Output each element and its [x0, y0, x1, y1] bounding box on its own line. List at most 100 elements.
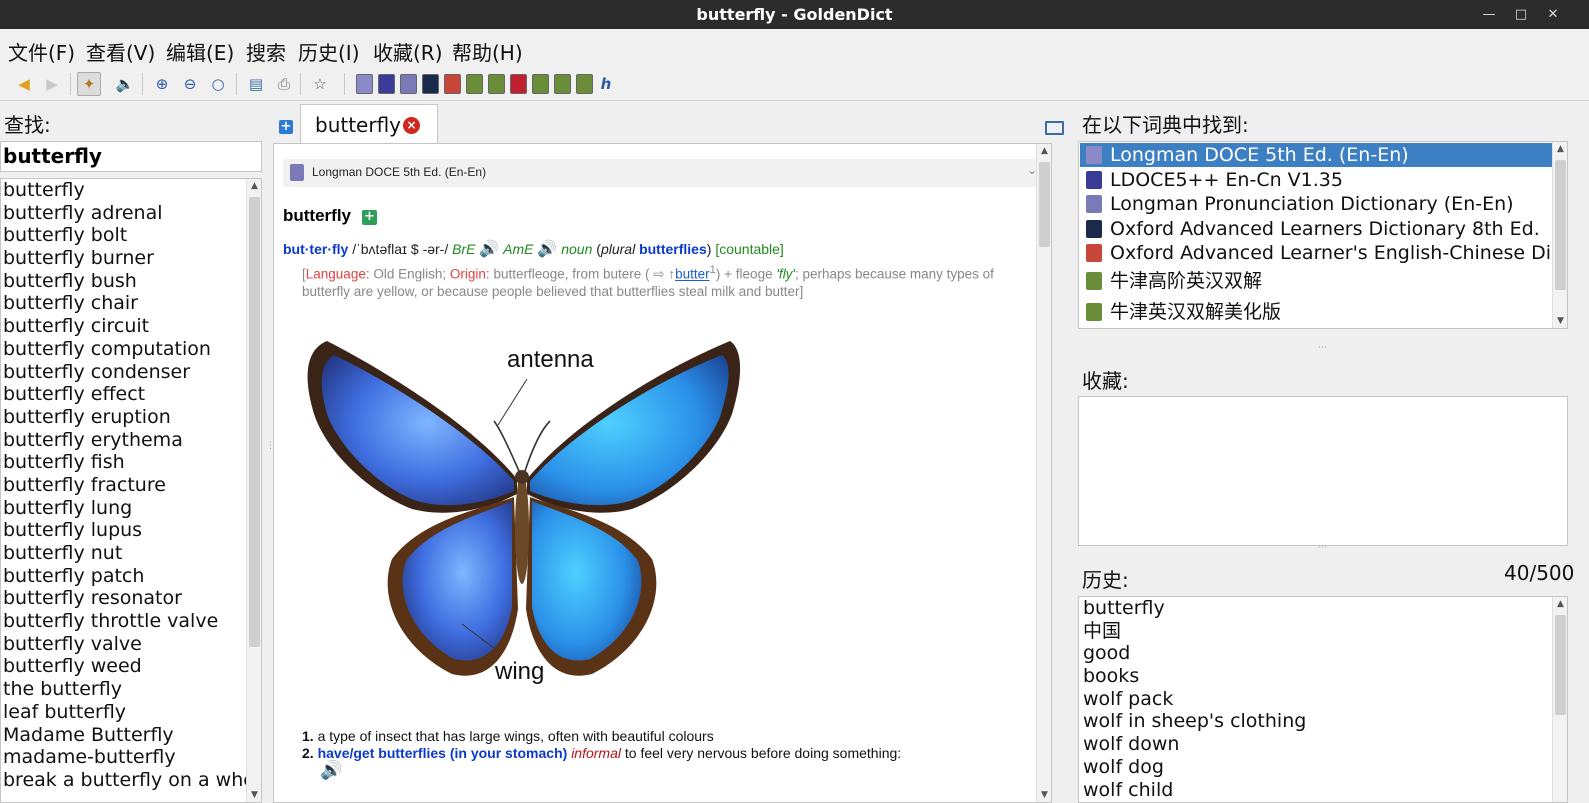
history-item[interactable]: wolf dog	[1083, 756, 1306, 779]
menu-favorites[interactable]: 收藏(R)	[373, 37, 443, 66]
expand-icon[interactable]: +	[362, 210, 377, 225]
book-icon	[1086, 272, 1102, 290]
found-dict-item[interactable]: Longman DOCE 5th Ed. (En-En)	[1080, 143, 1552, 167]
minimize-button[interactable]: —	[1478, 4, 1500, 26]
word-list-item[interactable]: butterfly lupus	[3, 519, 261, 542]
tab-butterfly[interactable]: butterfly ×	[300, 104, 438, 144]
word-list-item[interactable]: butterfly nut	[3, 542, 261, 565]
back-icon[interactable]: ◀	[12, 72, 36, 96]
dict-toolbar-h-icon[interactable]: h	[594, 72, 618, 96]
word-list-item[interactable]: butterfly throttle valve	[3, 610, 261, 633]
found-dict-item[interactable]: LDOCE5++ En-Cn V1.35	[1080, 168, 1552, 192]
dict-toolbar-oald-icon[interactable]	[418, 72, 442, 96]
zoom-out-icon[interactable]: ⊖	[178, 72, 202, 96]
word-list-item[interactable]: Madame Butterfly	[3, 724, 261, 747]
speaker-icon[interactable]: 🔊	[479, 239, 499, 259]
found-dict-item[interactable]: Oxford Advanced Learners Dictionary 8th …	[1080, 217, 1552, 241]
history-item[interactable]: wolf in sheep's clothing	[1083, 710, 1306, 733]
menu-edit[interactable]: 编辑(E)	[166, 37, 234, 66]
word-list-item[interactable]: butterfly computation	[3, 338, 261, 361]
menu-search[interactable]: 搜索	[246, 37, 286, 66]
dict-toolbar-book-icon[interactable]	[572, 72, 596, 96]
word-list-item[interactable]: butterfly condenser	[3, 361, 261, 384]
print-icon[interactable]: ⎙	[272, 72, 296, 96]
close-window-button[interactable]: ✕	[1542, 4, 1564, 26]
dict-toolbar-book-icon[interactable]	[528, 72, 552, 96]
speaker-icon[interactable]: 🔊	[302, 761, 901, 779]
word-list-item[interactable]: butterfly fish	[3, 451, 261, 474]
word-list-item[interactable]: butterfly bush	[3, 270, 261, 293]
found-dict-item[interactable]: Oxford Advanced Learner's English-Chines…	[1080, 241, 1567, 265]
dict-header[interactable]: Longman DOCE 5th Ed. (En-En) ⌄	[283, 159, 1043, 187]
found-list-scrollbar[interactable]: ▲ ▼	[1552, 142, 1567, 328]
word-list-item[interactable]: madame-butterfly	[3, 746, 261, 769]
history-item[interactable]: good	[1083, 642, 1306, 665]
word-list-item[interactable]: butterfly effect	[3, 383, 261, 406]
word-list-item[interactable]: the butterfly	[3, 678, 261, 701]
word-list-item[interactable]: butterfly erythema	[3, 429, 261, 452]
oalecd-icon	[1086, 244, 1102, 262]
word-list-item[interactable]: butterfly	[3, 179, 261, 202]
zoom-in-icon[interactable]: ⊕	[150, 72, 174, 96]
word-list-item[interactable]: break a butterfly on a wheel	[3, 769, 261, 792]
word-list-item[interactable]: butterfly patch	[3, 565, 261, 588]
tab-list-icon[interactable]	[1045, 121, 1064, 135]
butter-link[interactable]: butter	[675, 267, 710, 282]
history-scrollbar[interactable]: ▲	[1552, 597, 1567, 802]
dict-toolbar-longman-icon[interactable]	[352, 72, 376, 96]
word-list-item[interactable]: butterfly adrenal	[3, 202, 261, 225]
favorites-box[interactable]	[1078, 396, 1568, 546]
word-list-item[interactable]: butterfly fracture	[3, 474, 261, 497]
speaker-icon[interactable]: 🔊	[537, 239, 557, 259]
word-list-item[interactable]: butterfly bolt	[3, 224, 261, 247]
word-list-item[interactable]: butterfly eruption	[3, 406, 261, 429]
antenna-label: antenna	[507, 346, 594, 373]
forward-icon[interactable]: ▶	[40, 72, 64, 96]
word-list-scrollbar[interactable]: ▲ ▼	[246, 179, 261, 802]
pronounce-icon[interactable]: 🔈	[113, 72, 137, 96]
word-list-item[interactable]: leaf butterfly	[3, 701, 261, 724]
found-dict-list[interactable]: Longman DOCE 5th Ed. (En-En) LDOCE5++ En-…	[1078, 141, 1568, 329]
menu-help[interactable]: 帮助(H)	[452, 37, 523, 66]
word-list[interactable]: butterfly butterfly adrenal butterfly bolt…	[0, 178, 262, 803]
scan-popup-icon[interactable]: ✦	[77, 72, 101, 96]
found-dict-item[interactable]: Longman Pronunciation Dictionary (En-En)	[1080, 192, 1552, 216]
dict-toolbar-book-icon[interactable]	[462, 72, 486, 96]
maximize-button[interactable]: □	[1510, 4, 1532, 26]
article-scrollbar[interactable]: ▲ ▼	[1036, 144, 1051, 802]
article-view[interactable]: Longman DOCE 5th Ed. (En-En) ⌄ butterfly…	[273, 143, 1052, 803]
word-list-item[interactable]: butterfly circuit	[3, 315, 261, 338]
word-list-item[interactable]: butterfly burner	[3, 247, 261, 270]
dict-toolbar-book-icon[interactable]	[550, 72, 574, 96]
search-input[interactable]: butterfly	[0, 141, 262, 172]
word-list-item[interactable]: butterfly resonator	[3, 587, 261, 610]
butterfly-picture: antenna wing	[307, 341, 741, 685]
close-tab-icon[interactable]: ×	[403, 117, 420, 134]
def-text: to feel very nervous before doing someth…	[624, 745, 902, 761]
dict-toolbar-oalecd-icon[interactable]	[440, 72, 464, 96]
history-item[interactable]: butterfly	[1083, 597, 1306, 620]
word-list-item[interactable]: butterfly chair	[3, 292, 261, 315]
dict-toolbar-lpd-icon[interactable]	[396, 72, 420, 96]
found-dict-item[interactable]: 牛津英汉双解美化版	[1080, 300, 1552, 324]
history-item[interactable]: wolf down	[1083, 733, 1306, 756]
add-favorite-icon[interactable]: ☆	[308, 72, 332, 96]
dict-toolbar-book-icon[interactable]	[484, 72, 508, 96]
history-item[interactable]: books	[1083, 665, 1306, 688]
found-dict-item[interactable]: 牛津高阶英汉双解	[1080, 269, 1552, 293]
menu-history[interactable]: 历史(I)	[298, 37, 360, 66]
dict-toolbar-ldoce-icon[interactable]	[374, 72, 398, 96]
menu-view[interactable]: 查看(V)	[86, 37, 155, 66]
menu-file[interactable]: 文件(F)	[8, 37, 75, 66]
history-list[interactable]: butterfly 中国 good books wolf pack wolf in she…	[1078, 596, 1568, 803]
history-item[interactable]: wolf child	[1083, 779, 1306, 802]
save-icon[interactable]: ▤	[244, 72, 268, 96]
word-list-item[interactable]: butterfly weed	[3, 655, 261, 678]
new-tab-icon[interactable]: +	[279, 120, 293, 134]
history-item[interactable]: 中国	[1083, 620, 1306, 643]
word-list-item[interactable]: butterfly lung	[3, 497, 261, 520]
history-item[interactable]: wolf pack	[1083, 688, 1306, 711]
zoom-reset-icon[interactable]: ○	[206, 72, 230, 96]
word-list-item[interactable]: butterfly valve	[3, 633, 261, 656]
dict-toolbar-collins-icon[interactable]	[506, 72, 530, 96]
